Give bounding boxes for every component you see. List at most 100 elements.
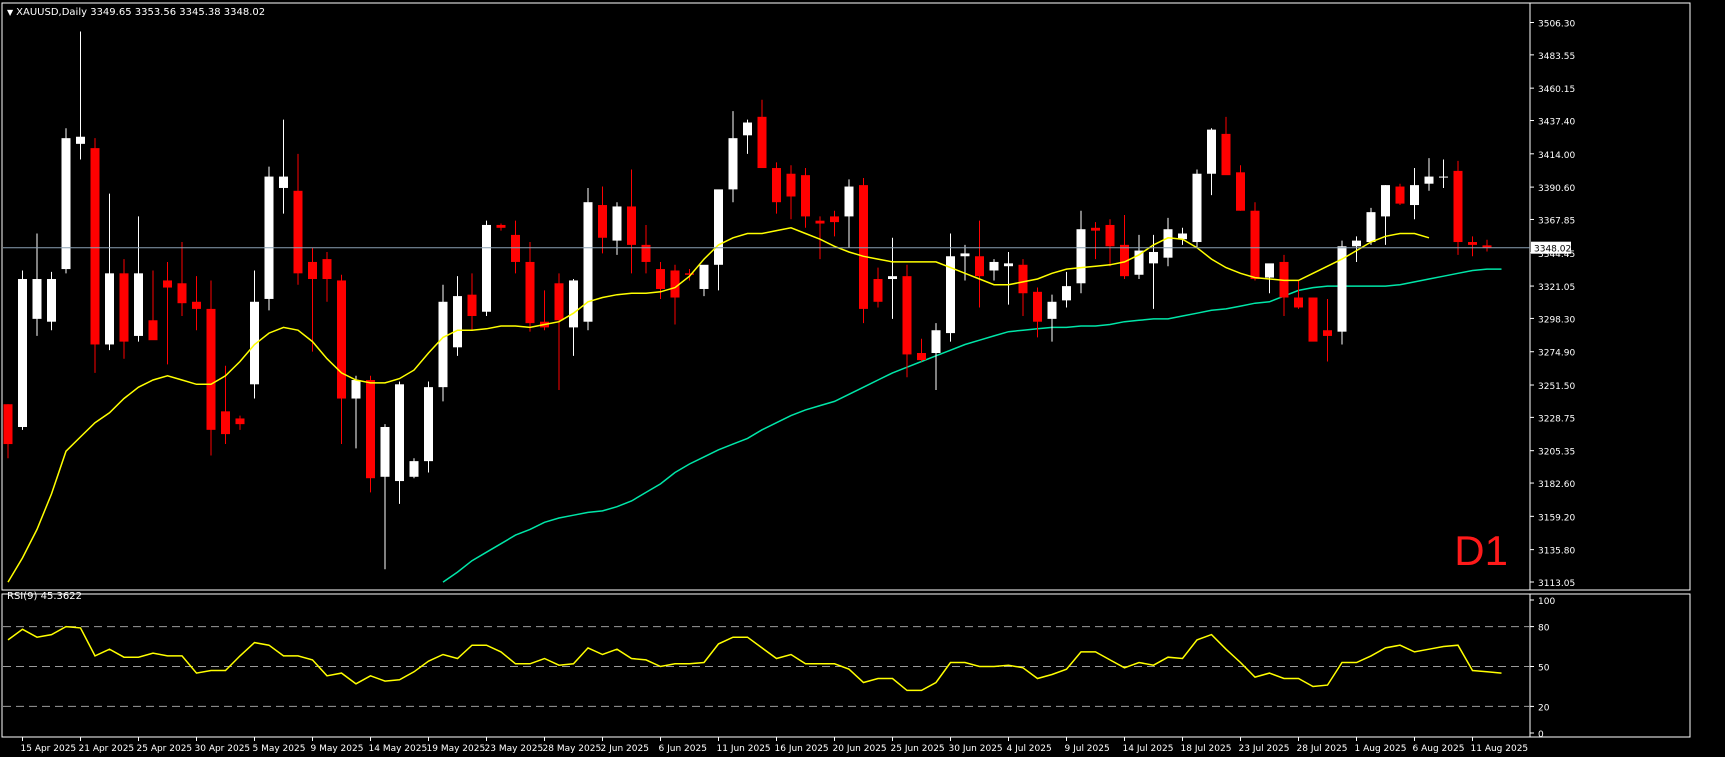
chart-canvas[interactable]: 3506.30 3483.55 3460.15 3437.40 3414.00 3390.… [0,0,1725,757]
bull-candle [612,202,622,255]
bear-candle [235,415,245,430]
time-tick-label: 1 Aug 2025 [1355,744,1407,754]
candle-body [989,261,999,271]
candle-body [699,264,709,289]
candle-body [1410,185,1419,206]
dropdown-arrow-icon[interactable]: ▼ [7,8,13,17]
candle-body [873,279,883,302]
candle-body [337,280,346,399]
candle-body [1366,212,1376,243]
time-tick-label: 14 Jul 2025 [1123,744,1174,754]
bull-candle [714,189,723,291]
bear-candle [1236,165,1245,211]
candle-body [627,206,636,245]
candle-body [366,380,375,479]
candle-body [656,269,665,289]
bear-candle [366,375,375,493]
bull-candle [1337,240,1347,345]
bear-candle [1468,236,1477,257]
bear-candle [308,247,317,352]
bear-candle [525,242,535,332]
bull-candle [438,284,448,402]
bull-candle [32,233,42,336]
bear-candle [873,267,883,308]
candle-body [293,190,303,274]
time-tick-label: 11 Aug 2025 [1471,744,1529,754]
time-tick-label: 9 May 2025 [311,744,364,754]
candle-body [279,176,288,188]
bear-candle [1091,222,1100,260]
price-tick-label: 3367.85 [1538,216,1575,226]
bear-candle [192,276,201,331]
time-tick-label: 28 Jul 2025 [1297,744,1348,754]
candle-body [453,296,462,348]
candle-body [859,185,868,309]
candle-body [47,279,56,322]
candle-body [322,259,332,280]
candle-body [206,308,216,430]
bear-candle [902,264,912,378]
price-tick-label: 3159.20 [1538,513,1575,523]
candle-body [105,273,114,345]
bull-candle [1062,271,1071,308]
candle-body [1381,185,1390,217]
bull-candle [946,233,955,342]
bear-candle [554,273,564,390]
bear-candle [496,223,506,231]
candle-body [743,122,752,136]
bull-candle [18,270,27,430]
symbol-header[interactable]: ▼ XAUUSD,Daily 3349.65 3353.56 3345.38 33… [7,7,265,18]
candle-body [1323,330,1332,336]
candle-body [61,138,71,270]
bull-candle [1439,159,1448,188]
candle-body [815,220,825,224]
candle-body [250,301,259,385]
rsi-path [7,625,1502,692]
candle-body [192,301,201,309]
rsi-levels [3,626,1530,707]
time-tick-label: 11 Jun 2025 [717,744,771,754]
bear-candle [1482,239,1492,252]
bear-candle [1453,160,1463,255]
bear-candle [1294,280,1303,309]
candle-body [1453,170,1463,243]
time-tick-label: 30 Apr 2025 [195,744,251,754]
price-tick-label: 3113.05 [1538,579,1575,589]
candle-body [1308,297,1318,342]
time-axis: 15 Apr 2025 21 Apr 2025 25 Apr 2025 30 Apr … [21,737,1529,754]
rsi-tick-label: 20 [1538,703,1550,713]
bull-candle [409,458,419,479]
candle-body [511,234,520,262]
time-tick-label: 5 May 2025 [253,744,306,754]
time-tick-label: 25 Jun 2025 [891,744,945,754]
candle-body [119,273,129,342]
bear-candle [1279,254,1289,317]
bull-candle [424,381,433,473]
bull-candle [1076,210,1086,294]
price-tick-label: 3182.60 [1538,480,1575,490]
bear-candle [511,220,520,274]
rsi-value: 45.3622 [40,591,82,602]
bear-candle [322,251,332,302]
price-tick-label: 3483.55 [1538,52,1575,62]
time-tick-label: 9 Jul 2025 [1065,744,1110,754]
candle-body [917,353,926,361]
bear-candle [90,138,100,373]
candle-body [163,280,172,288]
bull-candle [76,31,85,160]
bull-candle [279,119,288,214]
candle-body [308,261,317,280]
candle-body [1091,227,1100,231]
candle-body [1004,263,1013,267]
candles [3,31,1492,570]
price-tick-label: 3135.80 [1538,547,1575,557]
price-tick-label: 3437.40 [1538,118,1575,128]
bear-candle [670,264,680,325]
bear-candle [1250,202,1260,281]
rsi-header: RSI(9) 45.3622 [7,591,82,602]
bull-candle [1178,227,1187,245]
current-price-value: 3348.02 [1534,245,1571,255]
ohlc-values: 3349.65 3353.56 3345.38 3348.02 [90,7,266,18]
bear-candle [830,210,839,237]
candle-body [409,461,419,477]
